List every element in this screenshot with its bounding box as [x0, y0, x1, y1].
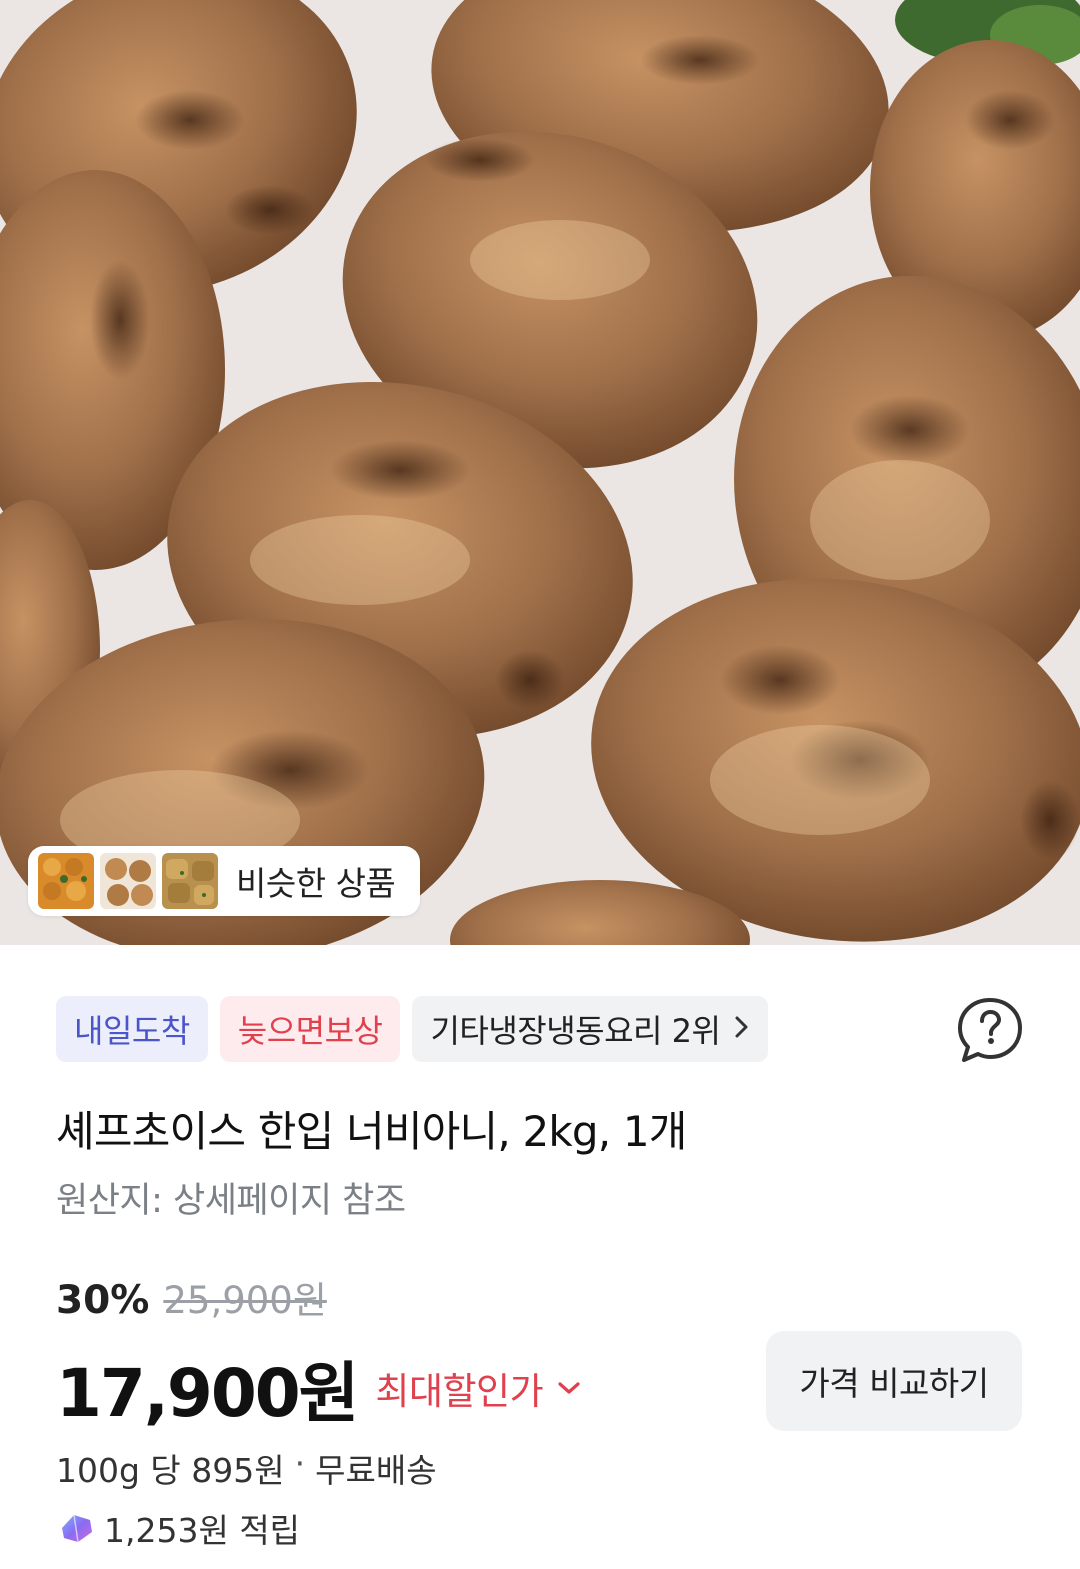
- meat-patties-photo: [0, 0, 1080, 945]
- discount-row: 30% 25,900원: [56, 1270, 327, 1324]
- max-discount-toggle[interactable]: 최대할인가: [375, 1361, 581, 1415]
- product-image[interactable]: 비슷한 상품: [0, 0, 1080, 945]
- price-compare-button[interactable]: 가격 비교하기: [766, 1331, 1022, 1431]
- unit-price: 100g 당 895원: [56, 1451, 285, 1490]
- ranking-badge[interactable]: 기타냉장냉동요리 2위: [412, 996, 769, 1062]
- ranking-badge-label: 기타냉장냉동요리 2위: [430, 1012, 721, 1050]
- similar-thumb-3: [162, 853, 218, 909]
- max-discount-label: 최대할인가: [375, 1370, 544, 1413]
- sale-price-row: 17,900원 최대할인가: [56, 1340, 581, 1436]
- arrival-badge-label: 내일도착: [74, 1012, 190, 1050]
- sale-price: 17,900원: [56, 1355, 359, 1432]
- original-price: 25,900원: [163, 1279, 327, 1322]
- compensation-badge-label: 늦으면보상: [237, 1012, 383, 1050]
- similar-products-label: 비슷한 상품: [236, 864, 396, 903]
- points-text: 1,253원 적립: [104, 1511, 301, 1550]
- origin-info: 원산지: 상세페이지 참조: [56, 1181, 406, 1221]
- points-gem-icon: [62, 1514, 92, 1543]
- discount-percent: 30%: [56, 1278, 150, 1323]
- badge-row: 내일도착 늦으면보상 기타냉장냉동요리 2위: [56, 996, 769, 1062]
- separator-dot: ·: [294, 1444, 306, 1483]
- question-bubble-icon[interactable]: [954, 994, 1026, 1066]
- chevron-right-icon: [734, 1012, 750, 1047]
- shipping-info: 무료배송: [315, 1451, 437, 1490]
- arrival-badge: 내일도착: [56, 996, 208, 1062]
- product-title: 셰프초이스 한입 너비아니, 2kg, 1개: [56, 1107, 687, 1156]
- points-row: 1,253원 적립: [56, 1504, 300, 1552]
- compensation-badge: 늦으면보상: [219, 996, 401, 1062]
- similar-products-chip[interactable]: 비슷한 상품: [28, 846, 420, 916]
- similar-thumb-2: [100, 853, 156, 909]
- unit-price-row: 100g 당 895원 · 무료배송: [56, 1444, 437, 1492]
- chevron-down-icon: [558, 1382, 580, 1394]
- similar-thumb-1: [38, 853, 94, 909]
